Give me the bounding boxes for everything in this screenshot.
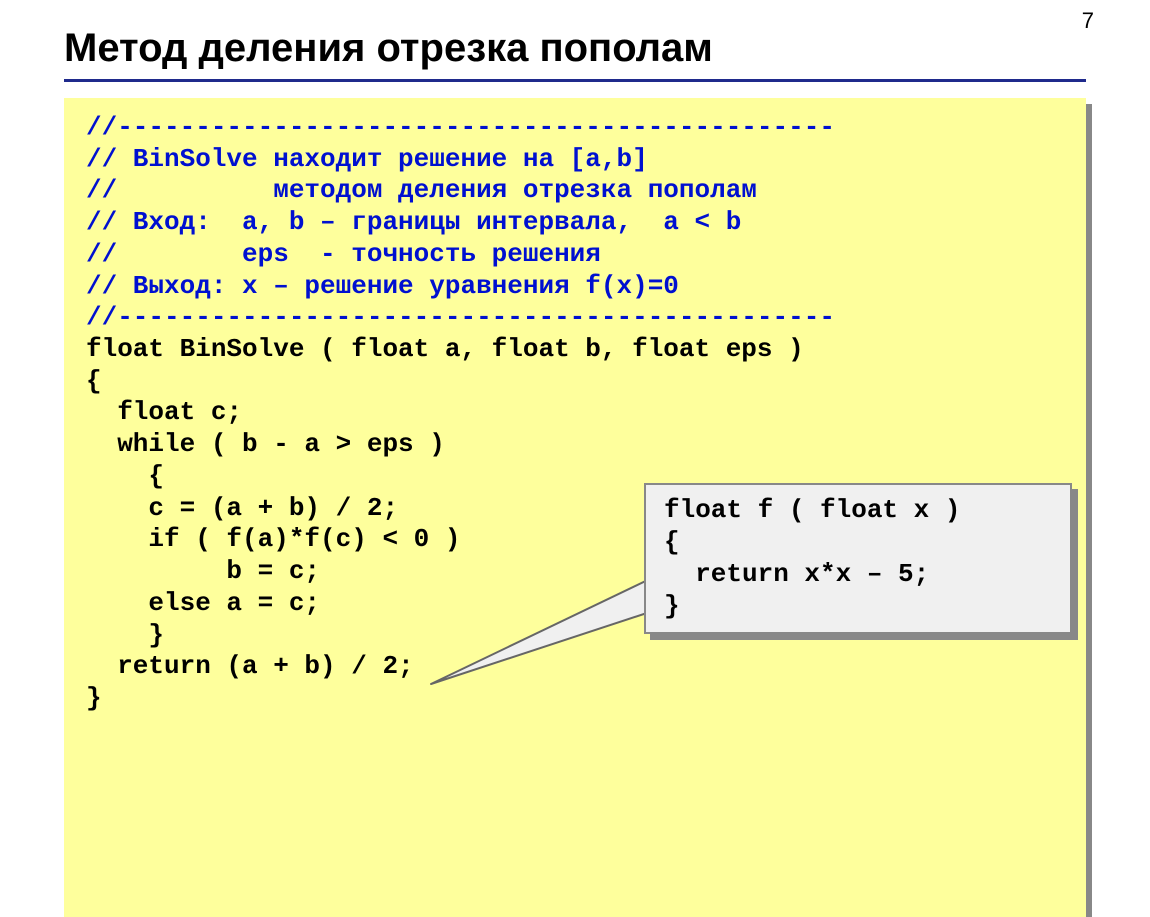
code-line: {: [86, 461, 164, 491]
code-line: float c;: [86, 397, 242, 427]
code-comment-line: // Вход: a, b – границы интервала, a < b: [86, 207, 741, 237]
code-line: while ( b - a > eps ): [86, 429, 445, 459]
inset-code-line: {: [664, 527, 680, 557]
code-comment-line: // BinSolve находит решение на [a,b]: [86, 144, 648, 174]
inset-code-line: float f ( float x ): [664, 495, 960, 525]
callout-pointer-icon: [428, 556, 660, 688]
slide: 7 Метод деления отрезка пополам //------…: [0, 0, 1150, 864]
code-comment-line: // Выход: x – решение уравнения f(x)=0: [86, 271, 679, 301]
callout-box: float f ( float x ) { return x*x – 5; }: [644, 420, 1072, 698]
code-line: float BinSolve ( float a, float b, float…: [86, 334, 804, 364]
code-line: }: [86, 683, 102, 713]
inset-code-line: }: [664, 591, 680, 621]
inset-code-panel: float f ( float x ) { return x*x – 5; }: [644, 483, 1072, 634]
slide-title: Метод деления отрезка пополам: [64, 26, 1086, 71]
code-line: return (a + b) / 2;: [86, 651, 414, 681]
page-number: 7: [1082, 8, 1094, 34]
inset-code-line: return x*x – 5;: [664, 559, 929, 589]
code-line: if ( f(a)*f(c) < 0 ): [86, 524, 460, 554]
code-comment-line: //--------------------------------------…: [86, 302, 835, 332]
code-line: }: [86, 620, 164, 650]
code-line: {: [86, 366, 102, 396]
code-comment-line: // eps - точность решения: [86, 239, 601, 269]
code-comment-line: // методом деления отрезка пополам: [86, 175, 757, 205]
code-panel: //--------------------------------------…: [64, 98, 1086, 917]
code-line: c = (a + b) / 2;: [86, 493, 398, 523]
code-comment-line: //--------------------------------------…: [86, 112, 835, 142]
code-line: else a = c;: [86, 588, 320, 618]
code-line: b = c;: [86, 556, 320, 586]
title-underline: [64, 79, 1086, 82]
